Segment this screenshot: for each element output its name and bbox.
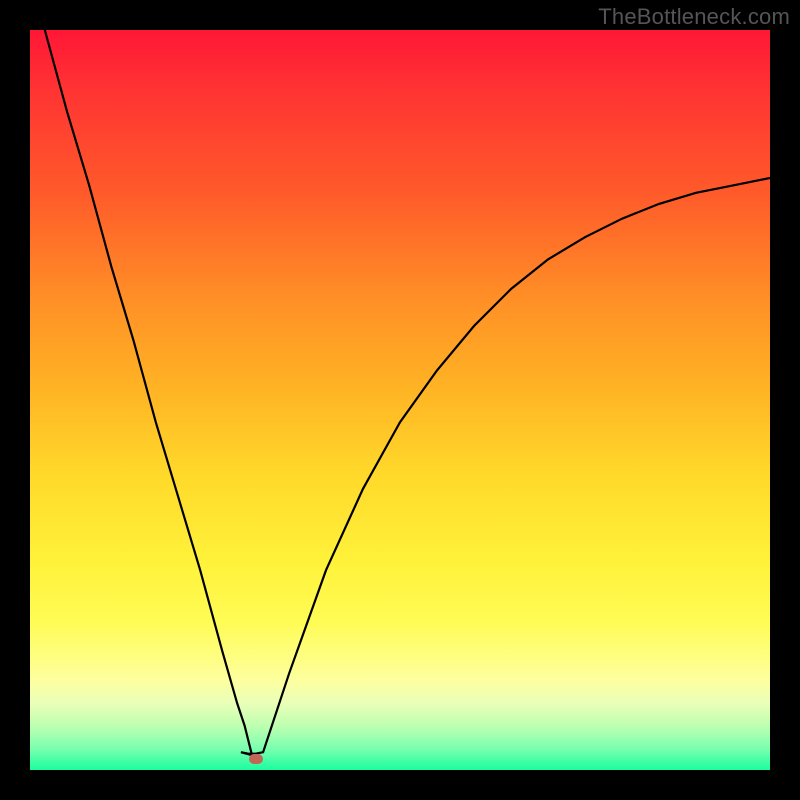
minimum-marker [249,754,263,764]
bottleneck-curve [30,30,770,770]
chart-frame: TheBottleneck.com [0,0,800,800]
plot-area [30,30,770,770]
watermark-text: TheBottleneck.com [598,4,790,30]
curve-path [45,30,770,755]
